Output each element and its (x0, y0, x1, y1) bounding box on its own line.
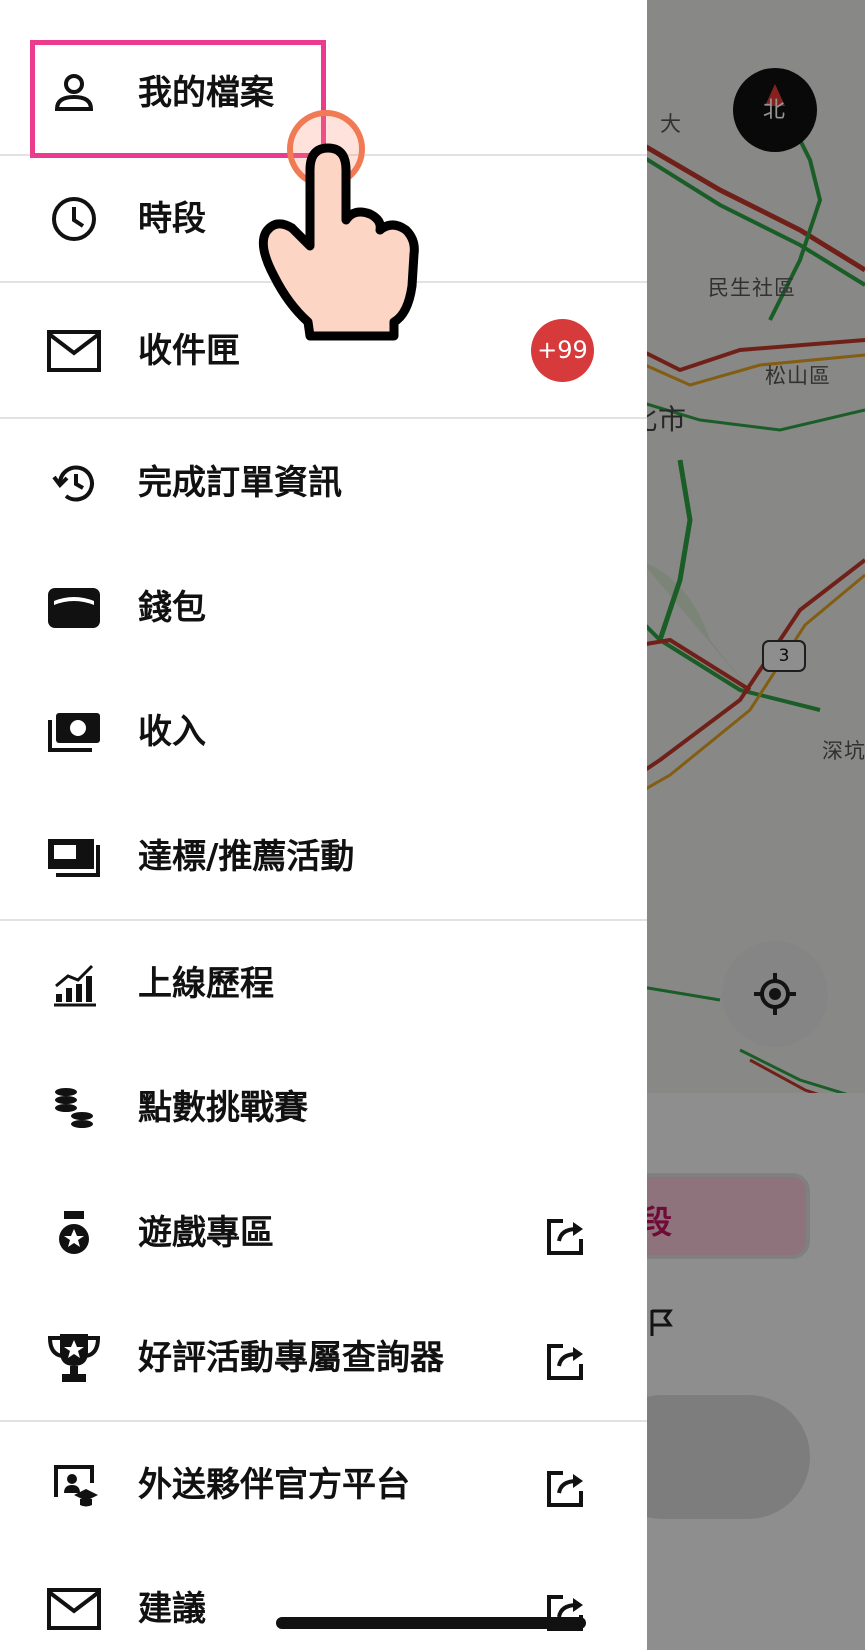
menu-item-label: 收件匣 (138, 331, 240, 371)
graduation-icon (46, 1457, 102, 1513)
medal-icon (46, 1205, 102, 1261)
trend-chart-icon (46, 956, 102, 1012)
divider (0, 417, 647, 419)
menu-item-label: 上線歷程 (138, 964, 274, 1004)
menu-item-label: 外送夥伴官方平台 (138, 1465, 410, 1505)
wallet-icon (46, 580, 102, 636)
cards-icon (46, 829, 102, 885)
external-link-icon (547, 1471, 583, 1507)
divider (0, 1420, 647, 1422)
menu-item-completed-orders[interactable]: 完成訂單資訊 (0, 428, 647, 538)
menu-item-online-history[interactable]: 上線歷程 (0, 929, 647, 1039)
mail-icon (46, 1581, 102, 1637)
menu-item-label: 達標/推薦活動 (138, 837, 355, 877)
clock-icon (46, 191, 102, 247)
external-link-icon (547, 1344, 583, 1380)
menu-item-label: 點數挑戰賽 (138, 1088, 308, 1128)
history-icon (46, 455, 102, 511)
home-indicator[interactable] (276, 1617, 586, 1629)
menu-item-label: 好評活動專屬查詢器 (138, 1338, 444, 1378)
unread-badge: +99 (531, 319, 594, 382)
external-link-icon (547, 1219, 583, 1255)
pointing-hand-icon (258, 143, 419, 341)
menu-item-label: 完成訂單資訊 (138, 463, 342, 503)
cash-icon (46, 704, 102, 760)
trophy-icon (46, 1330, 102, 1386)
menu-item-game-zone[interactable]: 遊戲專區 (0, 1178, 647, 1288)
menu-item-income[interactable]: 收入 (0, 677, 647, 787)
divider (0, 919, 647, 921)
coins-icon (46, 1080, 102, 1136)
mail-icon (46, 323, 102, 379)
menu-item-wallet[interactable]: 錢包 (0, 553, 647, 663)
menu-item-label: 建議 (138, 1589, 206, 1629)
menu-item-points-challenge[interactable]: 點數挑戰賽 (0, 1053, 647, 1163)
menu-item-rating-lookup[interactable]: 好評活動專屬查詢器 (0, 1303, 647, 1413)
menu-item-campaigns[interactable]: 達標/推薦活動 (0, 802, 647, 912)
menu-item-label: 遊戲專區 (138, 1213, 274, 1253)
menu-item-label: 錢包 (138, 588, 206, 628)
menu-item-partner-platform[interactable]: 外送夥伴官方平台 (0, 1430, 647, 1540)
menu-item-label: 時段 (138, 199, 206, 239)
menu-item-label: 收入 (138, 712, 206, 752)
menu-item-feedback[interactable]: 建議 (0, 1554, 647, 1650)
